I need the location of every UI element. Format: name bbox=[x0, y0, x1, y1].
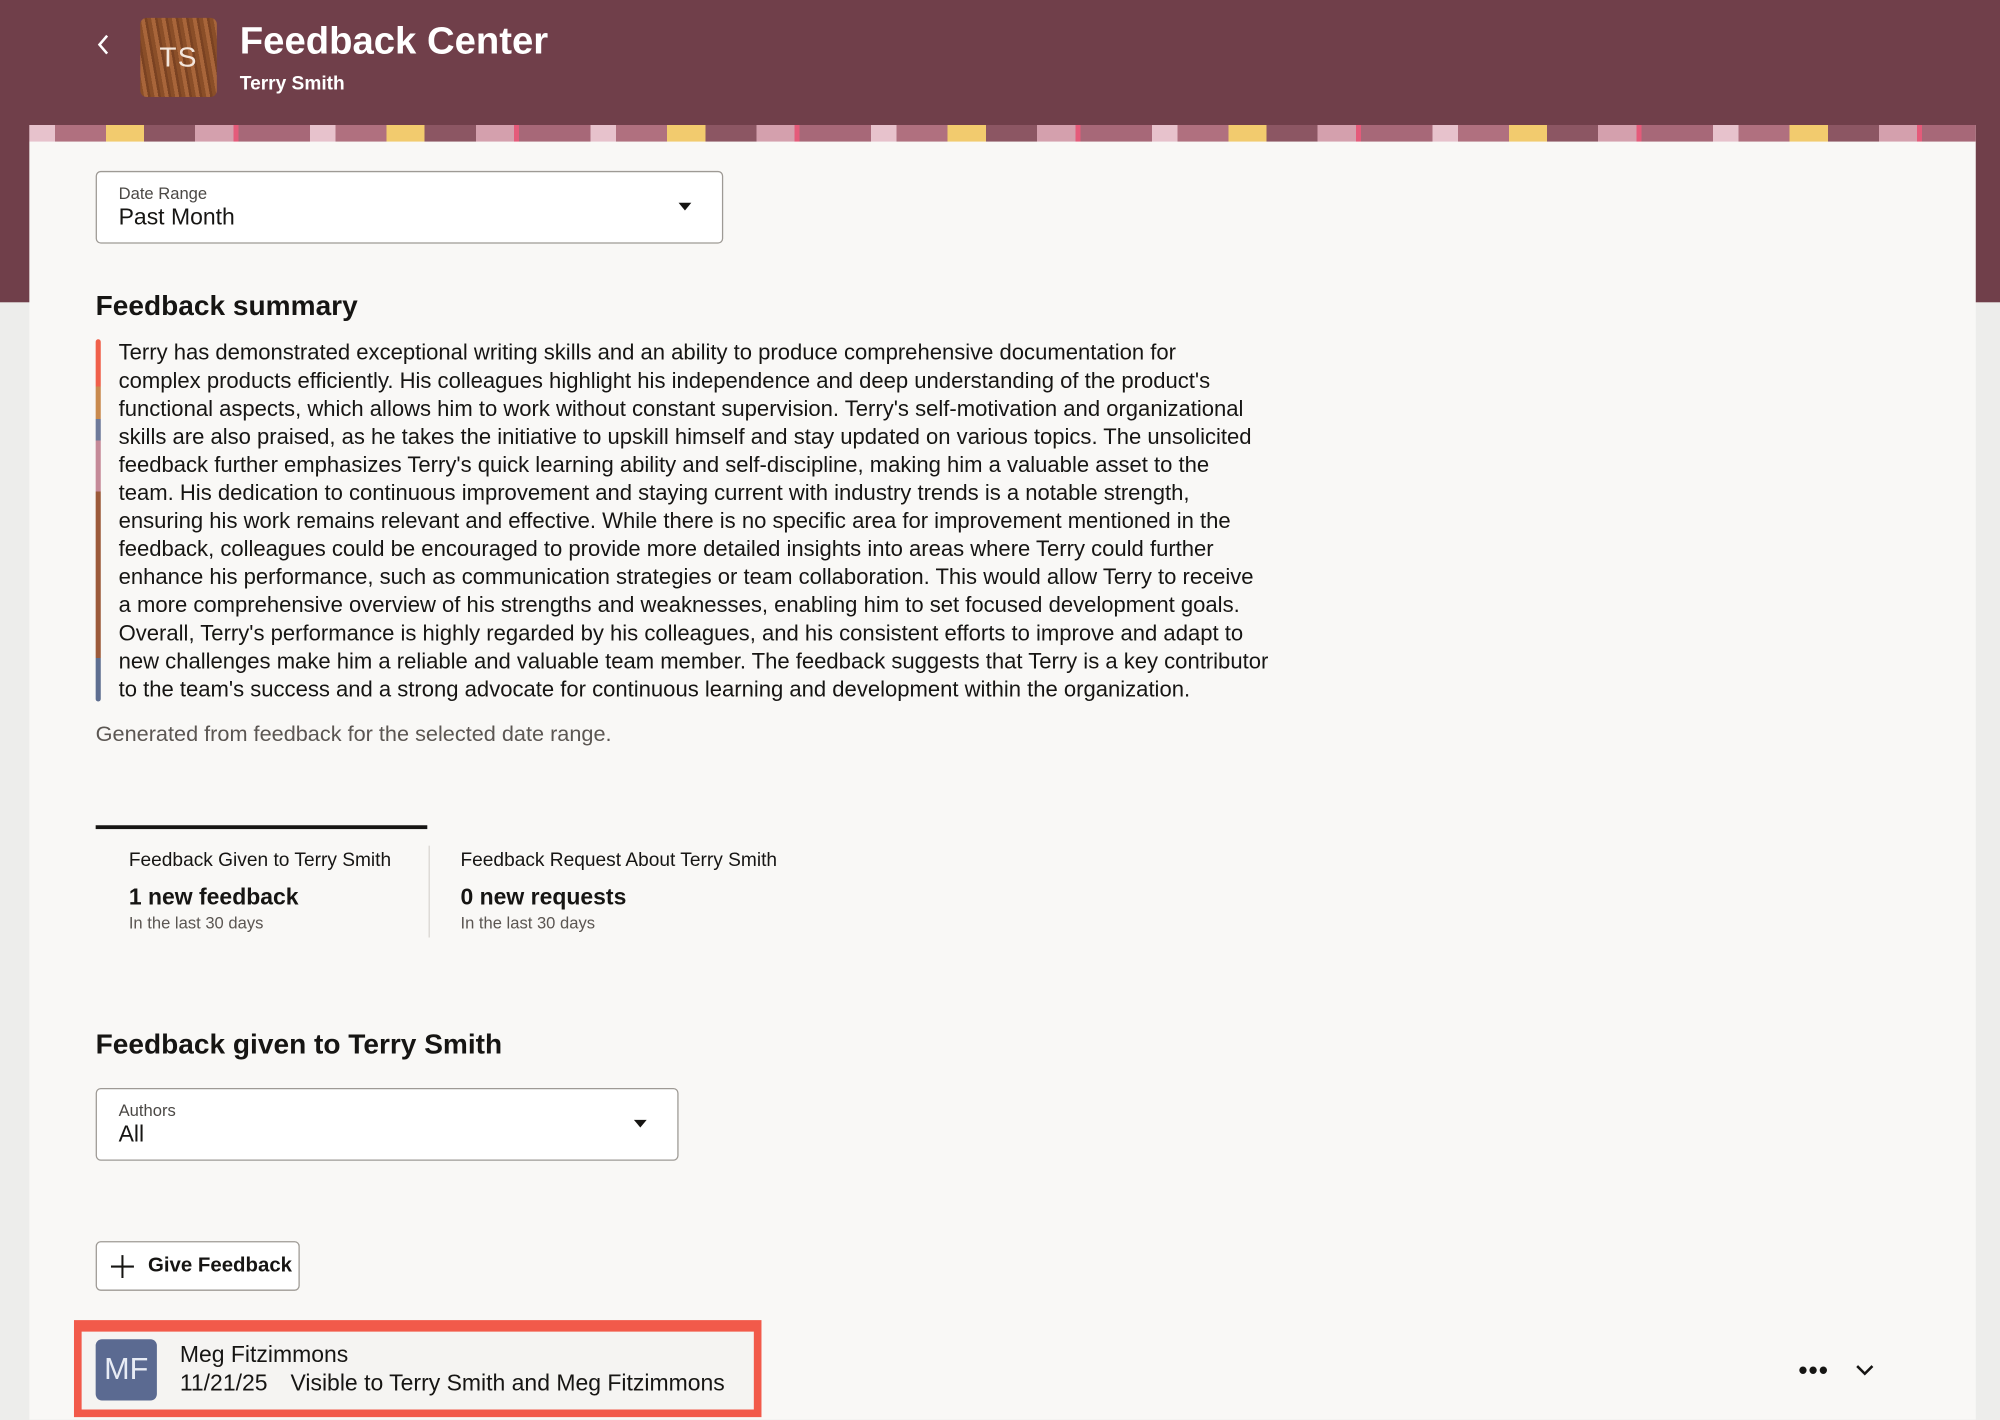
authors-value: All bbox=[119, 1121, 145, 1148]
date-range-label: Date Range bbox=[119, 184, 208, 203]
tab-feedback-requests[interactable]: Feedback Request About Terry Smith 0 new… bbox=[427, 825, 810, 941]
more-actions-icon[interactable]: ••• bbox=[1798, 1357, 1829, 1386]
summary-caption: Generated from feedback for the selected… bbox=[96, 722, 612, 748]
summary-line: Overall, Terry's performance is highly r… bbox=[119, 619, 1269, 647]
feedback-given-heading: Feedback given to Terry Smith bbox=[96, 1028, 502, 1061]
feedback-visibility: Visible to Terry Smith and Meg Fitzimmon… bbox=[290, 1370, 724, 1396]
feedback-date: 11/21/25 bbox=[180, 1370, 268, 1396]
feedback-meta: 11/21/25 Visible to Terry Smith and Meg F… bbox=[180, 1370, 725, 1397]
feedback-item-highlight[interactable] bbox=[74, 1320, 761, 1417]
author-name: Meg Fitzimmons bbox=[180, 1342, 348, 1369]
chevron-down-icon bbox=[1853, 1360, 1876, 1380]
tab-feedback-given[interactable]: Feedback Given to Terry Smith 1 new feed… bbox=[96, 825, 428, 941]
caret-down-icon bbox=[634, 1120, 647, 1128]
avatar: TS bbox=[140, 18, 217, 97]
summary-line: new challenges make him a reliable and v… bbox=[119, 647, 1269, 675]
summary-line: enhance his performance, such as communi… bbox=[119, 562, 1269, 590]
summary-line: feedback further emphasizes Terry's quic… bbox=[119, 450, 1269, 478]
summary-line: complex products efficiently. His collea… bbox=[119, 366, 1269, 394]
page-title: Feedback Center bbox=[240, 20, 548, 63]
summary-line: to the team's success and a strong advoc… bbox=[119, 675, 1269, 703]
caret-down-icon bbox=[679, 203, 692, 211]
summary-line: functional aspects, which allows him to … bbox=[119, 394, 1269, 422]
summary-text: Terry has demonstrated exceptional writi… bbox=[119, 338, 1269, 703]
tab-subtext: In the last 30 days bbox=[129, 913, 264, 932]
authors-select[interactable]: Authors All bbox=[96, 1088, 679, 1161]
give-feedback-button[interactable]: Give Feedback bbox=[96, 1241, 300, 1291]
decorative-band bbox=[29, 125, 1975, 142]
authors-label: Authors bbox=[119, 1101, 176, 1120]
feedback-summary-heading: Feedback summary bbox=[96, 290, 358, 323]
tab-subtext: In the last 30 days bbox=[460, 913, 595, 932]
tab-count: 1 new feedback bbox=[129, 884, 299, 911]
chevron-left-icon bbox=[92, 28, 118, 61]
back-button[interactable] bbox=[92, 28, 118, 61]
give-feedback-label: Give Feedback bbox=[148, 1255, 292, 1278]
summary-line: skills are also praised, as he takes the… bbox=[119, 422, 1269, 450]
summary-line: ensuring his work remains relevant and e… bbox=[119, 506, 1269, 534]
tab-label: Feedback Request About Terry Smith bbox=[460, 849, 777, 871]
tab-label: Feedback Given to Terry Smith bbox=[129, 849, 391, 871]
summary-line: feedback, colleagues could be encouraged… bbox=[119, 534, 1269, 562]
date-range-value: Past Month bbox=[119, 204, 235, 231]
date-range-select[interactable]: Date Range Past Month bbox=[96, 171, 724, 244]
summary-accent-bar bbox=[96, 339, 101, 701]
page-subtitle: Terry Smith bbox=[240, 73, 345, 95]
plus-icon bbox=[110, 1254, 136, 1280]
author-avatar: MF bbox=[96, 1339, 157, 1400]
summary-line: Terry has demonstrated exceptional writi… bbox=[119, 338, 1269, 366]
page: TS Feedback Center Terry Smith Date Rang… bbox=[0, 0, 2000, 1420]
summary-line: team. His dedication to continuous impro… bbox=[119, 478, 1269, 506]
summary-line: a more comprehensive overview of his str… bbox=[119, 591, 1269, 619]
expand-button[interactable] bbox=[1853, 1360, 1876, 1387]
tab-count: 0 new requests bbox=[460, 884, 626, 911]
